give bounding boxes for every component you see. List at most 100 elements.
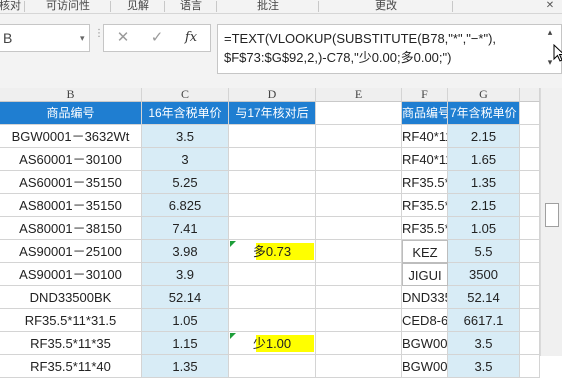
cell-lookup-code[interactable]: RF35.5*11*1 (402, 217, 448, 240)
cell-empty-e[interactable] (316, 263, 402, 286)
cell-lookup-code[interactable]: CED8-645*3 (402, 309, 448, 332)
formula-scroll-up-icon[interactable]: ▴ (543, 26, 557, 38)
column-header-f[interactable]: F (402, 88, 448, 102)
cell-empty-e[interactable] (316, 286, 402, 309)
cell-price-16[interactable]: 3.9 (142, 263, 229, 286)
cell-check-result[interactable] (229, 355, 316, 378)
cell-price-16[interactable]: 3.98 (142, 240, 229, 263)
name-box[interactable]: B (0, 24, 90, 52)
error-indicator-icon[interactable] (230, 333, 236, 339)
cell-empty-h[interactable] (520, 332, 540, 355)
cell-empty-e[interactable] (316, 309, 402, 332)
cell-check-result[interactable] (229, 194, 316, 217)
cell-price-16[interactable]: 52.14 (142, 286, 229, 309)
cell-empty-h[interactable] (520, 240, 540, 263)
cell-price-16[interactable]: 3.5 (142, 125, 229, 148)
cell-price-16[interactable]: 5.25 (142, 171, 229, 194)
cell-check-result[interactable] (229, 125, 316, 148)
cell-product-code[interactable]: BGW0001－3632Wt (0, 125, 142, 148)
ribbon-group-language[interactable]: 语言 (166, 0, 216, 13)
cell-lookup-code[interactable]: DND3350 (402, 286, 448, 309)
cell-product-code[interactable]: AS90001－25100 (0, 240, 142, 263)
cell-price-17[interactable]: 1.35 (448, 171, 520, 194)
cell-e-header[interactable] (316, 102, 402, 125)
column-header-e[interactable]: E (316, 88, 402, 102)
header-product-code[interactable]: 商品编号 (0, 102, 142, 125)
vertical-scroll-thumb[interactable] (545, 203, 559, 227)
cell-price-17[interactable]: 3.5 (448, 355, 520, 378)
column-header-d[interactable]: D (229, 88, 316, 102)
cell-product-code[interactable]: AS60001－35150 (0, 171, 142, 194)
error-indicator-icon[interactable] (230, 241, 236, 247)
cell-empty-e[interactable] (316, 194, 402, 217)
cell-price-17[interactable]: 2.15 (448, 194, 520, 217)
column-header-c[interactable]: C (142, 88, 229, 102)
cell-lookup-code[interactable]: RF40*11* (402, 125, 448, 148)
header-price-17[interactable]: 7年含税单价 (448, 102, 520, 125)
column-header-b[interactable]: B (0, 88, 142, 102)
cell-lookup-code[interactable]: KEZ (402, 240, 448, 263)
cell-lookup-code[interactable]: BGW0001－3 (402, 332, 448, 355)
cell-lookup-code[interactable]: BGW0001－3 (402, 355, 448, 378)
ribbon-group-insights[interactable]: 见解 (112, 0, 164, 13)
header-price-16[interactable]: 16年含税单价 (142, 102, 229, 125)
cell-price-17[interactable]: 3500 (448, 263, 520, 286)
name-box-dropdown-icon[interactable]: ▾ (80, 24, 90, 52)
column-header-h[interactable] (520, 88, 540, 102)
cell-price-17[interactable]: 2.15 (448, 125, 520, 148)
cell-price-17[interactable]: 3.5 (448, 332, 520, 355)
cell-empty-e[interactable] (316, 240, 402, 263)
ribbon-group-changes[interactable]: 更改 (320, 0, 452, 13)
cell-price-17[interactable]: 52.14 (448, 286, 520, 309)
cell-empty-e[interactable] (316, 171, 402, 194)
cancel-icon[interactable]: ✕ (108, 25, 138, 51)
cell-price-16[interactable]: 3 (142, 148, 229, 171)
cell-empty-e[interactable] (316, 217, 402, 240)
cell-lookup-code[interactable]: JIGUI (402, 263, 448, 286)
cell-lookup-code[interactable]: RF35.5*11 (402, 171, 448, 194)
cell-check-result[interactable]: 少1.00 (229, 332, 316, 355)
cell-price-17[interactable]: 1.65 (448, 148, 520, 171)
cell-empty-e[interactable] (316, 355, 402, 378)
cell-empty-h[interactable] (520, 309, 540, 332)
cell-check-result[interactable] (229, 148, 316, 171)
cell-product-code[interactable]: DND33500BK (0, 286, 142, 309)
ribbon-group-accessibility[interactable]: 可访问性 (26, 0, 110, 13)
cell-lookup-code[interactable]: RF35.5*11 (402, 194, 448, 217)
cell-price-16[interactable]: 1.15 (142, 332, 229, 355)
cell-check-result[interactable] (229, 171, 316, 194)
cell-price-17[interactable]: 6617.1 (448, 309, 520, 332)
collapse-ribbon-icon[interactable]: ✕ (543, 0, 557, 13)
formula-bar-resize-handle[interactable]: ⋮ (94, 29, 104, 44)
cell-empty-h[interactable] (520, 171, 540, 194)
cell-product-code[interactable]: AS80001－35150 (0, 194, 142, 217)
cell-check-result[interactable] (229, 263, 316, 286)
cell-price-17[interactable]: 1.05 (448, 217, 520, 240)
cell-empty-h[interactable] (520, 355, 540, 378)
header-check-17[interactable]: 与17年核对后 (229, 102, 316, 125)
insert-function-icon[interactable]: fx (176, 25, 206, 51)
cell-check-result[interactable] (229, 286, 316, 309)
cell-empty-h[interactable] (520, 125, 540, 148)
cell-product-code[interactable]: RF35.5*11*40 (0, 355, 142, 378)
cell-product-code[interactable]: AS90001－30100 (0, 263, 142, 286)
cell-empty-h[interactable] (520, 263, 540, 286)
cell-price-16[interactable]: 6.825 (142, 194, 229, 217)
cell-h-header[interactable] (520, 102, 540, 125)
cell-empty-e[interactable] (316, 125, 402, 148)
cell-product-code[interactable]: RF35.5*11*31.5 (0, 309, 142, 332)
cell-price-16[interactable]: 7.41 (142, 217, 229, 240)
enter-icon[interactable]: ✓ (142, 25, 172, 51)
cell-product-code[interactable]: AS60001－30100 (0, 148, 142, 171)
cell-price-17[interactable]: 5.5 (448, 240, 520, 263)
formula-input[interactable]: =TEXT(VLOOKUP(SUBSTITUTE(B78,"*","−*"), … (217, 24, 547, 74)
cell-empty-h[interactable] (520, 217, 540, 240)
cell-empty-h[interactable] (520, 286, 540, 309)
ribbon-group-proofing[interactable]: 核对 (0, 0, 24, 13)
cell-check-result[interactable] (229, 309, 316, 332)
column-header-g[interactable]: G (448, 88, 520, 102)
cell-check-result[interactable]: 多0.73 (229, 240, 316, 263)
cell-check-result[interactable] (229, 217, 316, 240)
cell-price-16[interactable]: 1.05 (142, 309, 229, 332)
header-product-code-lookup[interactable]: 商品编号 (402, 102, 448, 125)
